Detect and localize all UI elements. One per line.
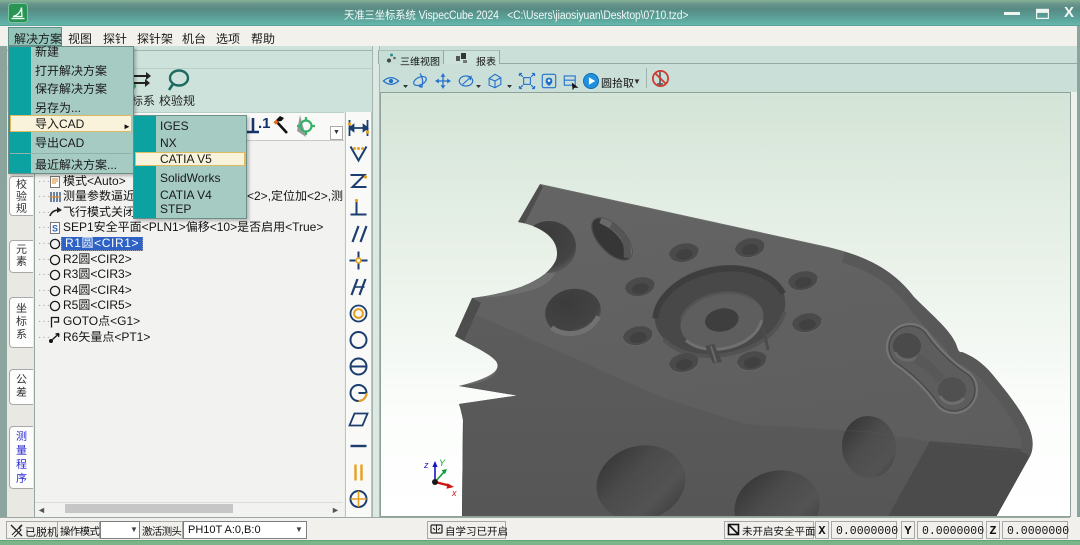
svg-text:z: z [423,460,429,470]
svg-text:S: S [52,224,58,234]
svg-text:x: x [451,488,457,498]
svg-text:Y: Y [439,458,446,468]
